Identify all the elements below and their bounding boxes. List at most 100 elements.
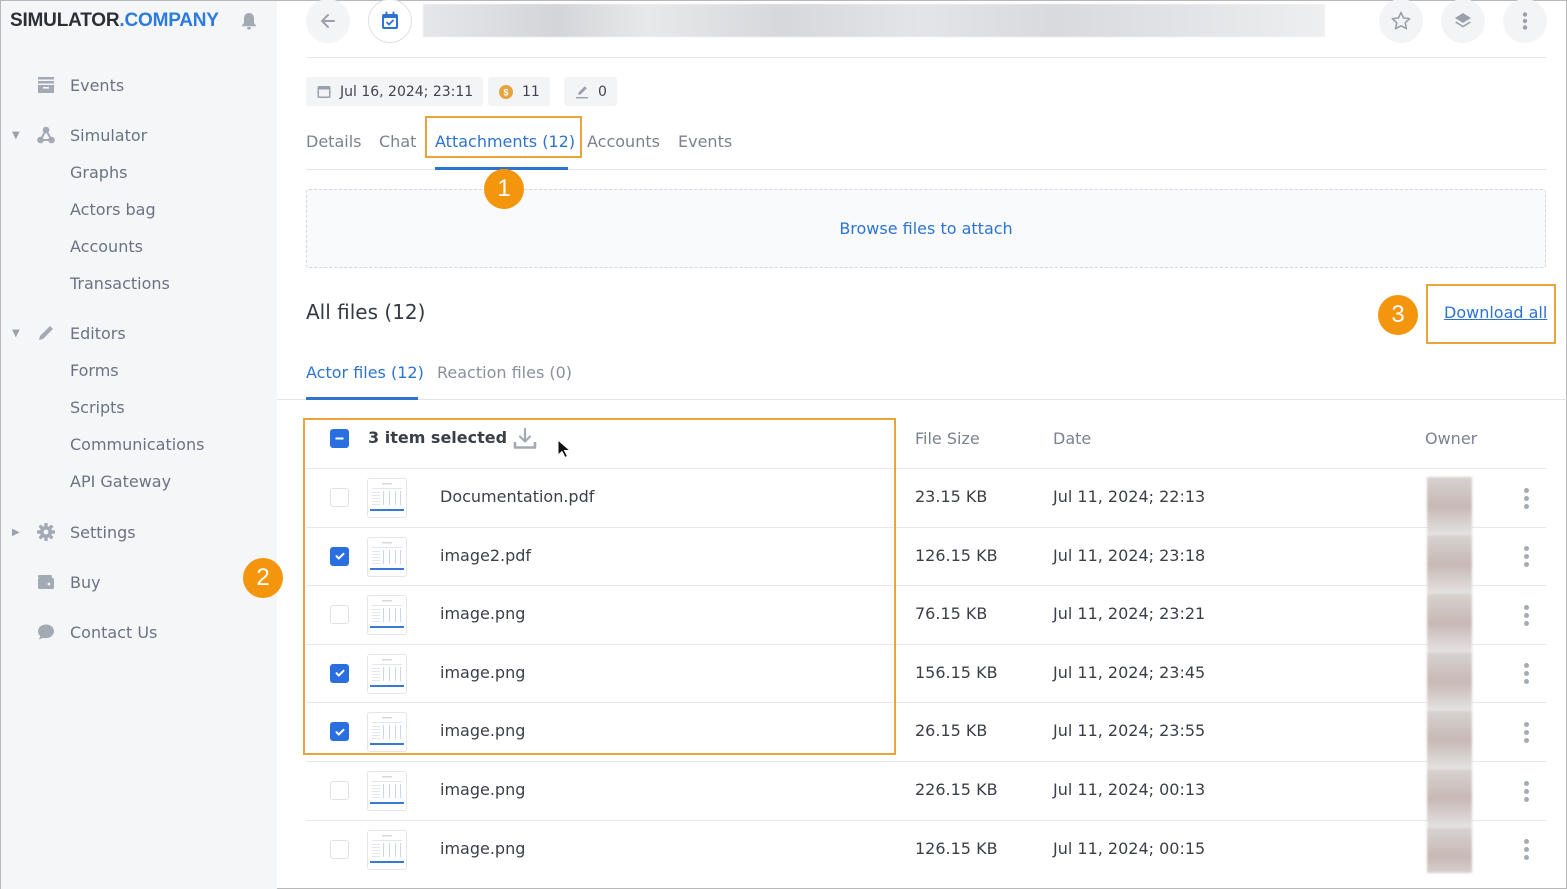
- sidebar-item-label: Contact Us: [70, 622, 158, 642]
- browse-files-link[interactable]: Browse files to attach: [839, 219, 1012, 238]
- sidebar-subitem-api-gateway[interactable]: API Gateway: [70, 470, 171, 494]
- file-name[interactable]: image.png: [440, 780, 525, 799]
- row-checkbox[interactable]: [330, 663, 349, 683]
- logo[interactable]: SIMULATOR.COMPANY: [10, 10, 219, 32]
- notifications-bell-icon[interactable]: [239, 11, 259, 31]
- select-all-checkbox[interactable]: [330, 429, 349, 448]
- more-options-button[interactable]: [1503, 0, 1547, 43]
- more-vertical-icon: [1522, 12, 1528, 30]
- file-date: Jul 11, 2024; 00:13: [1053, 780, 1206, 799]
- row-more-options-icon[interactable]: [1515, 602, 1537, 628]
- row-checkbox[interactable]: [330, 722, 349, 742]
- file-name[interactable]: image.png: [440, 663, 525, 682]
- event-title-redacted: [423, 4, 1325, 37]
- file-thumbnail[interactable]: [367, 478, 407, 518]
- annotation-badge-2: 2: [243, 558, 283, 598]
- tab-events[interactable]: Events: [678, 130, 732, 154]
- calendar-icon: [317, 85, 331, 98]
- file-row[interactable]: Documentation.pdf 23.15 KB Jul 11, 2024; 2…: [306, 468, 1546, 527]
- sidebar-subitem-graphs[interactable]: Graphs: [70, 161, 127, 185]
- back-button[interactable]: [306, 0, 350, 43]
- edits-chip-value: 0: [598, 83, 607, 100]
- file-thumbnail[interactable]: [367, 653, 407, 694]
- calendar-check-icon: [382, 11, 398, 29]
- pen-icon: [576, 85, 588, 98]
- edits-chip: 0: [564, 77, 617, 106]
- tab-details[interactable]: Details: [306, 130, 361, 154]
- sidebar-subitem-communications[interactable]: Communications: [70, 433, 204, 457]
- subtabs-divider: [277, 399, 1567, 400]
- file-size: 156.15 KB: [915, 662, 998, 682]
- file-name[interactable]: image.png: [440, 839, 525, 858]
- sidebar-subitem-forms[interactable]: Forms: [70, 359, 119, 383]
- logo-main: SIMULATOR: [10, 10, 120, 31]
- row-more-options-icon[interactable]: [1515, 661, 1537, 687]
- file-row[interactable]: image.png 76.15 KB Jul 11, 2024; 23:21: [306, 585, 1546, 644]
- tab-chat[interactable]: Chat: [379, 130, 416, 154]
- sidebar-item-editors[interactable]: ▼ Editors: [1, 318, 277, 348]
- caret-down-icon: ▼: [12, 129, 20, 141]
- file-row[interactable]: image.png 226.15 KB Jul 11, 2024; 00:13: [306, 761, 1546, 820]
- active-subtab-indicator: [306, 397, 418, 400]
- file-name[interactable]: Documentation.pdf: [440, 487, 594, 506]
- document-preview-icon: [370, 600, 404, 629]
- row-checkbox[interactable]: [330, 781, 349, 800]
- download-selected-button[interactable]: [511, 425, 539, 453]
- archive-icon: [35, 74, 57, 96]
- tab-attachments[interactable]: Attachments (12): [435, 130, 575, 154]
- document-preview-icon: [370, 717, 404, 746]
- sidebar-subitem-accounts[interactable]: Accounts: [70, 235, 143, 259]
- file-row[interactable]: image.png 26.15 KB Jul 11, 2024; 23:55: [306, 702, 1546, 761]
- file-row[interactable]: image.png 156.15 KB Jul 11, 2024; 23:45: [306, 643, 1546, 703]
- row-checkbox[interactable]: [330, 546, 349, 566]
- row-more-options-icon[interactable]: [1515, 485, 1537, 511]
- file-thumbnail[interactable]: [367, 595, 407, 636]
- file-name[interactable]: image.png: [440, 604, 525, 623]
- sidebar-item-settings[interactable]: ▶ Settings: [1, 517, 277, 547]
- file-name[interactable]: image.png: [440, 721, 525, 740]
- event-type-button[interactable]: [368, 0, 412, 43]
- mouse-cursor-icon: [557, 439, 571, 459]
- sidebar-subitem-actors-bag[interactable]: Actors bag: [70, 198, 156, 222]
- check-icon: [335, 670, 344, 677]
- row-more-options-icon[interactable]: [1515, 837, 1537, 863]
- tab-accounts[interactable]: Accounts: [587, 130, 660, 154]
- file-thumbnail[interactable]: [367, 829, 407, 870]
- column-header-file-size[interactable]: File Size: [915, 429, 980, 448]
- layers-button[interactable]: [1441, 0, 1485, 43]
- subtab-reaction-files[interactable]: Reaction files (0): [437, 361, 572, 385]
- row-more-options-icon[interactable]: [1515, 544, 1537, 570]
- file-thumbnail[interactable]: [367, 712, 407, 753]
- column-header-date[interactable]: Date: [1053, 429, 1091, 448]
- file-date: Jul 11, 2024; 23:55: [1053, 721, 1206, 741]
- svg-text:$: $: [503, 87, 508, 97]
- sidebar-subitem-transactions[interactable]: Transactions: [70, 272, 170, 296]
- file-row[interactable]: image2.pdf 126.15 KB Jul 11, 2024; 23:18: [306, 526, 1546, 586]
- file-thumbnail[interactable]: [367, 536, 407, 577]
- file-name[interactable]: image2.pdf: [440, 546, 531, 565]
- column-header-owner[interactable]: Owner: [1425, 429, 1477, 448]
- row-checkbox[interactable]: [330, 488, 349, 507]
- file-thumbnail[interactable]: [367, 771, 407, 811]
- row-checkbox[interactable]: [330, 605, 349, 625]
- row-more-options-icon[interactable]: [1515, 778, 1537, 804]
- download-all-link[interactable]: Download all: [1444, 303, 1547, 322]
- document-preview-icon: [370, 776, 404, 804]
- sidebar-item-contact-us[interactable]: Contact Us: [1, 617, 277, 647]
- sidebar-item-label: Buy: [70, 572, 101, 592]
- annotation-badge-3: 3: [1378, 295, 1418, 335]
- favorite-button[interactable]: [1379, 0, 1423, 43]
- sidebar-item-events[interactable]: Events: [1, 70, 277, 100]
- row-more-options-icon[interactable]: [1515, 719, 1537, 745]
- sidebar-item-buy[interactable]: Buy: [1, 567, 277, 597]
- sidebar: SIMULATOR.COMPANY Events ▼ Simulator Gra…: [1, 1, 277, 889]
- subtab-actor-files[interactable]: Actor files (12): [306, 361, 424, 385]
- sidebar-item-simulator[interactable]: ▼ Simulator: [1, 120, 277, 150]
- sidebar-item-label: Editors: [70, 323, 126, 343]
- caret-down-icon: ▼: [12, 327, 20, 339]
- all-files-title: All files (12): [306, 300, 426, 324]
- row-checkbox[interactable]: [330, 839, 349, 859]
- file-row[interactable]: image.png 126.15 KB Jul 11, 2024; 00:15: [306, 819, 1546, 879]
- sidebar-subitem-scripts[interactable]: Scripts: [70, 396, 125, 420]
- sidebar-item-label: Simulator: [70, 125, 148, 145]
